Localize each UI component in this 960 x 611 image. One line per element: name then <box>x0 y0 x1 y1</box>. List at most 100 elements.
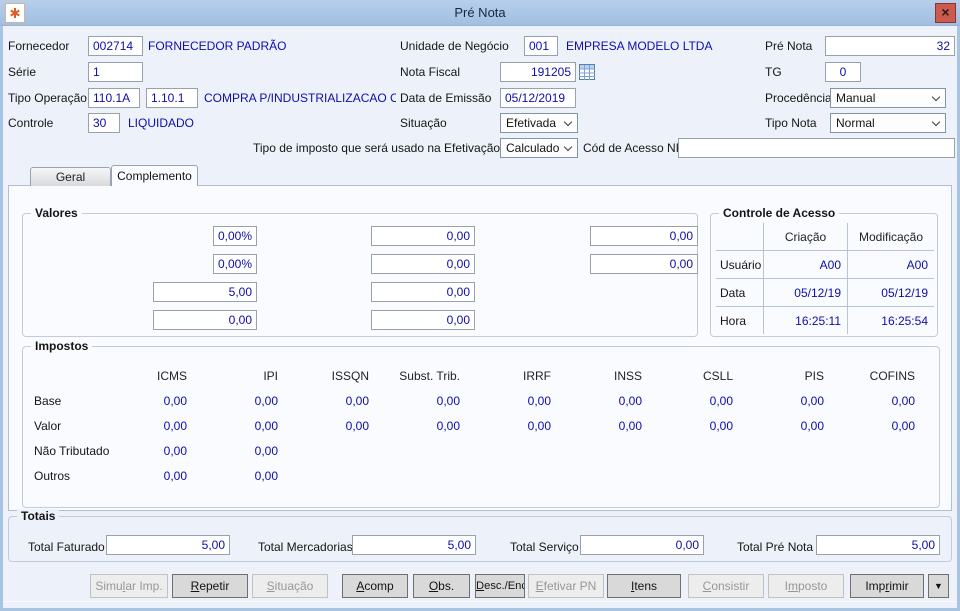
nota-fiscal-lookup-icon[interactable] <box>579 64 595 80</box>
total-servico-label: Total Serviço <box>510 540 579 554</box>
toolbar-button-itens[interactable]: Itens <box>607 574 681 598</box>
valores-group-title: Valores <box>31 206 82 220</box>
cod-acesso-nfe-field[interactable] <box>678 138 955 158</box>
toolbar-button-repetir[interactable]: Repetir <box>172 574 248 598</box>
access-table-cell: Usuário <box>716 250 763 278</box>
total-pre-nota-label: Total Pré Nota <box>737 540 813 554</box>
total-mercadorias-label: Total Mercadorias <box>258 540 353 554</box>
controle-desc-text: LIQUIDADO <box>128 116 194 130</box>
impostos-table-cell: ISSQN <box>278 364 369 389</box>
encargos-financeiros-field[interactable]: 0,00 <box>371 310 475 330</box>
impostos-table-cell: 0,00 <box>551 414 642 439</box>
outras-despesas-field[interactable]: 0,00 <box>153 310 257 330</box>
tipo-operacao-code1-field[interactable]: 110.1A <box>88 88 140 108</box>
toolbar-button-obs[interactable]: Obs. <box>413 574 470 598</box>
chevron-down-icon <box>932 93 940 101</box>
valor-tolerancia-field[interactable]: 0,00 <box>371 282 475 302</box>
access-table-cell: 16:25:54 <box>847 306 934 334</box>
procedencia-select[interactable]: Manual <box>830 88 946 108</box>
totais-group-title: Totais <box>17 509 59 523</box>
tipo-nota-select[interactable]: Normal <box>830 113 946 133</box>
impostos-table-cell: Outros <box>34 464 96 489</box>
total-pre-nota-field[interactable]: 5,00 <box>816 535 940 555</box>
perc-encargos-field[interactable]: 0,00% <box>213 254 257 274</box>
toolbar-button-simular-imp: Simular Imp. <box>90 574 168 598</box>
cod-acesso-nfe-label: Cód de Acesso NFe <box>583 141 690 155</box>
impostos-table-cell: 0,00 <box>96 389 187 414</box>
toolbar-button-imprimir[interactable]: Imprimir <box>850 574 924 598</box>
tipo-operacao-label: Tipo Operação <box>8 91 87 105</box>
unidade-name-text: EMPRESA MODELO LTDA <box>566 39 712 53</box>
fornecedor-name-text: FORNECEDOR PADRÃO <box>148 39 286 53</box>
impostos-group-title: Impostos <box>31 339 92 353</box>
data-emissao-label: Data de Emissão <box>400 91 491 105</box>
access-table-cell: A00 <box>763 250 847 278</box>
access-table-cell: 05/12/19 <box>847 278 934 306</box>
tab-complemento[interactable]: Complemento <box>111 165 198 186</box>
toolbar-button-situa-o: Situação <box>252 574 328 598</box>
unidade-code-field[interactable]: 001 <box>524 36 558 56</box>
access-table-cell: Hora <box>716 306 763 334</box>
data-emissao-field[interactable]: 05/12/2019 <box>500 88 576 108</box>
tipo-nota-value: Normal <box>836 116 875 130</box>
frete-field[interactable]: 0,00 <box>371 254 475 274</box>
seguro-field[interactable]: 0,00 <box>371 226 475 246</box>
impostos-table-cell: 0,00 <box>96 464 187 489</box>
total-mercadorias-field[interactable]: 5,00 <box>352 535 476 555</box>
perc-tolerancia-field[interactable]: 0,00% <box>213 226 257 246</box>
close-icon[interactable]: × <box>935 3 956 23</box>
tg-field[interactable]: 0 <box>825 62 861 82</box>
impostos-table-cell: 0,00 <box>369 389 460 414</box>
controle-code-field[interactable]: 30 <box>88 113 120 133</box>
impostos-table-cell: 0,00 <box>187 414 278 439</box>
impostos-table-cell: ICMS <box>96 364 187 389</box>
tipo-operacao-desc-text: COMPRA P/INDUSTRIALIZACAO C/ICMS ( <box>204 91 396 105</box>
controle-acesso-table: CriaçãoModificaçãoUsuárioA00A00Data05/12… <box>716 223 934 334</box>
impostos-table-cell: 0,00 <box>96 439 187 464</box>
tab-geral[interactable]: Geral <box>30 167 111 186</box>
desconto-field[interactable]: 5,00 <box>153 282 257 302</box>
impostos-table: ICMSIPIISSQNSubst. Trib.IRRFINSSCSLLPISC… <box>34 364 915 489</box>
controle-label: Controle <box>8 116 53 130</box>
impostos-table-cell: 0,00 <box>278 414 369 439</box>
tipo-imposto-select[interactable]: Calculado <box>500 138 578 158</box>
impostos-table-cell: 0,00 <box>96 414 187 439</box>
impostos-table-cell: 0,00 <box>460 414 551 439</box>
nota-fiscal-label: Nota Fiscal <box>400 65 460 79</box>
seguro-internacional-field[interactable]: 0,00 <box>590 226 698 246</box>
total-servico-field[interactable]: 0,00 <box>580 535 704 555</box>
serie-field[interactable]: 1 <box>88 62 143 82</box>
situacao-label: Situação <box>400 116 447 130</box>
impostos-table-cell: Não Tributado <box>34 439 96 464</box>
pre-nota-label: Pré Nota <box>765 39 812 53</box>
toolbar-button-acomp[interactable]: Acomp <box>342 574 408 598</box>
impostos-table-cell: 0,00 <box>733 414 824 439</box>
impostos-table-cell: 0,00 <box>551 389 642 414</box>
fornecedor-label: Fornecedor <box>8 39 69 53</box>
nota-fiscal-field[interactable]: 191205 <box>500 62 576 82</box>
tipo-operacao-code2-field[interactable]: 1.10.1 <box>146 88 198 108</box>
impostos-table-cell: 0,00 <box>824 389 915 414</box>
total-faturado-label: Total Faturado <box>28 540 105 554</box>
impostos-table-cell: PIS <box>733 364 824 389</box>
more-actions-button[interactable]: ▼ <box>928 574 949 598</box>
impostos-table-cell: 0,00 <box>369 414 460 439</box>
impostos-table-cell: Base <box>34 389 96 414</box>
situacao-select[interactable]: Efetivada <box>500 113 578 133</box>
procedencia-value: Manual <box>836 91 875 105</box>
frete-internacional-field[interactable]: 0,00 <box>590 254 698 274</box>
title-bar: Pré Nota × <box>0 0 960 26</box>
toolbar-button-consistir: Consistir <box>688 574 764 598</box>
total-faturado-field[interactable]: 5,00 <box>106 535 230 555</box>
toolbar-button-desc-enc[interactable]: Desc./Enc. <box>475 574 525 598</box>
access-table-cell: Data <box>716 278 763 306</box>
pre-nota-field[interactable]: 32 <box>825 36 955 56</box>
toolbar-button-imposto: Imposto <box>768 574 844 598</box>
chevron-down-icon <box>564 118 572 126</box>
impostos-table-cell: 0,00 <box>187 389 278 414</box>
fornecedor-code-field[interactable]: 002714 <box>88 36 143 56</box>
impostos-table-cell: IRRF <box>460 364 551 389</box>
impostos-table-cell: Subst. Trib. <box>369 364 460 389</box>
access-table-cell: Criação <box>763 223 847 250</box>
impostos-table-cell: 0,00 <box>187 464 278 489</box>
